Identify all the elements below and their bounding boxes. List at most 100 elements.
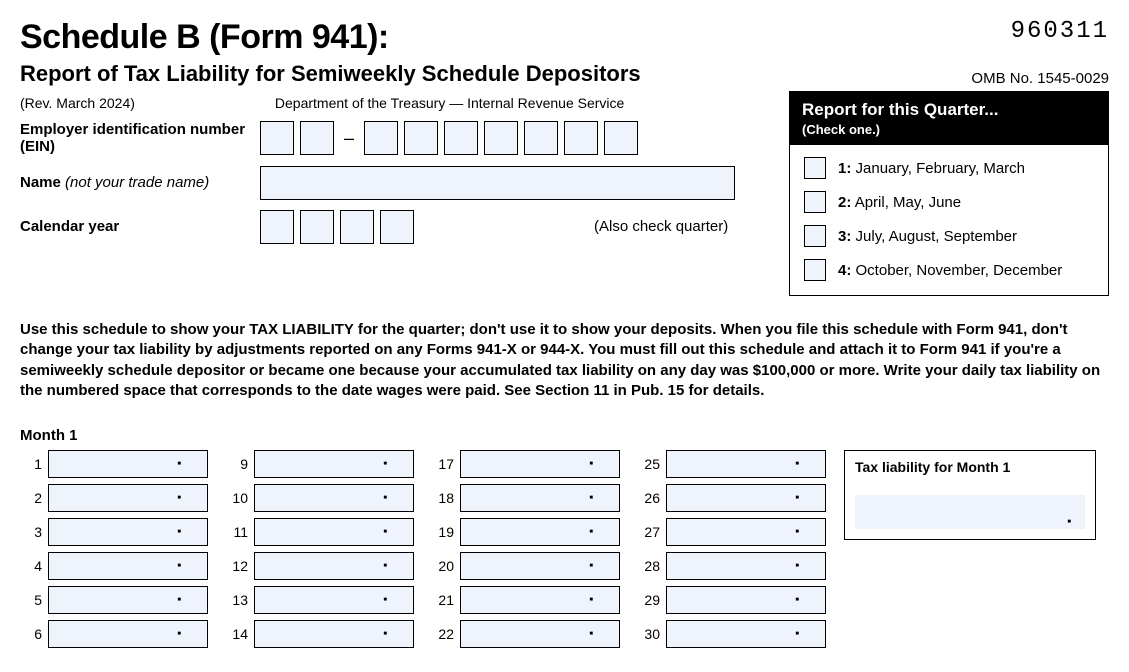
day-input-22[interactable] — [460, 620, 620, 648]
omb-number: OMB No. 1545-0029 — [971, 70, 1109, 87]
day-input-26[interactable] — [666, 484, 826, 512]
quarter-heading: Report for this Quarter... — [802, 100, 1096, 120]
day-number: 3 — [20, 524, 42, 540]
day-input-20[interactable] — [460, 552, 620, 580]
day-input-17[interactable] — [460, 450, 620, 478]
ein-box-1[interactable] — [260, 121, 294, 155]
day-input-21[interactable] — [460, 586, 620, 614]
day-cell-30: 30 — [638, 620, 826, 648]
year-box-3[interactable] — [340, 210, 374, 244]
name-note: (not your trade name) — [65, 174, 209, 191]
quarter-text-4: October, November, December — [856, 262, 1063, 279]
day-input-10[interactable] — [254, 484, 414, 512]
day-input-11[interactable] — [254, 518, 414, 546]
form-code: 960311 — [1011, 18, 1109, 45]
day-number: 9 — [226, 456, 248, 472]
ein-box-9[interactable] — [604, 121, 638, 155]
day-number: 22 — [432, 626, 454, 642]
quarter-text-2: April, May, June — [855, 194, 961, 211]
ein-label: Employer identification number — [20, 121, 260, 138]
quarter-text-1: January, February, March — [856, 160, 1026, 177]
day-cell-6: 6 — [20, 620, 208, 648]
month1-total-box: Tax liability for Month 1 — [844, 450, 1096, 540]
day-input-13[interactable] — [254, 586, 414, 614]
year-box-4[interactable] — [380, 210, 414, 244]
ein-box-6[interactable] — [484, 121, 518, 155]
day-number: 2 — [20, 490, 42, 506]
day-input-3[interactable] — [48, 518, 208, 546]
day-input-19[interactable] — [460, 518, 620, 546]
day-number: 17 — [432, 456, 454, 472]
day-number: 28 — [638, 558, 660, 574]
quarter-checkbox-1[interactable] — [804, 157, 826, 179]
day-input-25[interactable] — [666, 450, 826, 478]
day-number: 6 — [20, 626, 42, 642]
day-cell-10: 10 — [226, 484, 414, 512]
revision-date: (Rev. March 2024) — [20, 95, 135, 111]
day-input-5[interactable] — [48, 586, 208, 614]
year-box-1[interactable] — [260, 210, 294, 244]
day-number: 1 — [20, 456, 42, 472]
day-cell-28: 28 — [638, 552, 826, 580]
quarter-num-4: 4: — [838, 262, 851, 279]
quarter-checkbox-4[interactable] — [804, 259, 826, 281]
day-cell-22: 22 — [432, 620, 620, 648]
day-cell-27: 27 — [638, 518, 826, 546]
name-input[interactable] — [260, 166, 735, 200]
day-number: 25 — [638, 456, 660, 472]
day-cell-19: 19 — [432, 518, 620, 546]
day-input-4[interactable] — [48, 552, 208, 580]
day-input-30[interactable] — [666, 620, 826, 648]
day-number: 14 — [226, 626, 248, 642]
day-cell-3: 3 — [20, 518, 208, 546]
day-input-28[interactable] — [666, 552, 826, 580]
ein-box-8[interactable] — [564, 121, 598, 155]
day-number: 5 — [20, 592, 42, 608]
day-number: 4 — [20, 558, 42, 574]
quarter-checkbox-3[interactable] — [804, 225, 826, 247]
day-cell-2: 2 — [20, 484, 208, 512]
day-number: 11 — [226, 524, 248, 540]
day-cell-5: 5 — [20, 586, 208, 614]
day-number: 19 — [432, 524, 454, 540]
form-title: Schedule B (Form 941): — [20, 18, 389, 57]
day-input-29[interactable] — [666, 586, 826, 614]
day-number: 21 — [432, 592, 454, 608]
name-label: Name — [20, 174, 61, 191]
quarter-checkbox-2[interactable] — [804, 191, 826, 213]
ein-dash: – — [340, 128, 358, 149]
quarter-selection-box: Report for this Quarter... (Check one.) … — [789, 91, 1109, 296]
day-input-9[interactable] — [254, 450, 414, 478]
day-input-1[interactable] — [48, 450, 208, 478]
day-cell-29: 29 — [638, 586, 826, 614]
day-number: 18 — [432, 490, 454, 506]
day-cell-20: 20 — [432, 552, 620, 580]
day-cell-18: 18 — [432, 484, 620, 512]
form-subtitle: Report of Tax Liability for Semiweekly S… — [20, 61, 641, 87]
day-number: 29 — [638, 592, 660, 608]
also-check-quarter: (Also check quarter) — [594, 218, 728, 235]
day-input-18[interactable] — [460, 484, 620, 512]
day-number: 10 — [226, 490, 248, 506]
day-input-14[interactable] — [254, 620, 414, 648]
ein-box-3[interactable] — [364, 121, 398, 155]
month1-total-input[interactable] — [855, 495, 1085, 529]
day-number: 27 — [638, 524, 660, 540]
ein-box-4[interactable] — [404, 121, 438, 155]
day-input-27[interactable] — [666, 518, 826, 546]
year-box-2[interactable] — [300, 210, 334, 244]
day-input-12[interactable] — [254, 552, 414, 580]
day-cell-21: 21 — [432, 586, 620, 614]
day-input-6[interactable] — [48, 620, 208, 648]
day-cell-12: 12 — [226, 552, 414, 580]
day-cell-11: 11 — [226, 518, 414, 546]
ein-box-7[interactable] — [524, 121, 558, 155]
quarter-num-2: 2: — [838, 194, 851, 211]
instructions-text: Use this schedule to show your TAX LIABI… — [20, 320, 1109, 401]
day-input-2[interactable] — [48, 484, 208, 512]
day-cell-14: 14 — [226, 620, 414, 648]
ein-box-2[interactable] — [300, 121, 334, 155]
day-cell-26: 26 — [638, 484, 826, 512]
month1-total-label: Tax liability for Month 1 — [855, 459, 1085, 475]
ein-box-5[interactable] — [444, 121, 478, 155]
